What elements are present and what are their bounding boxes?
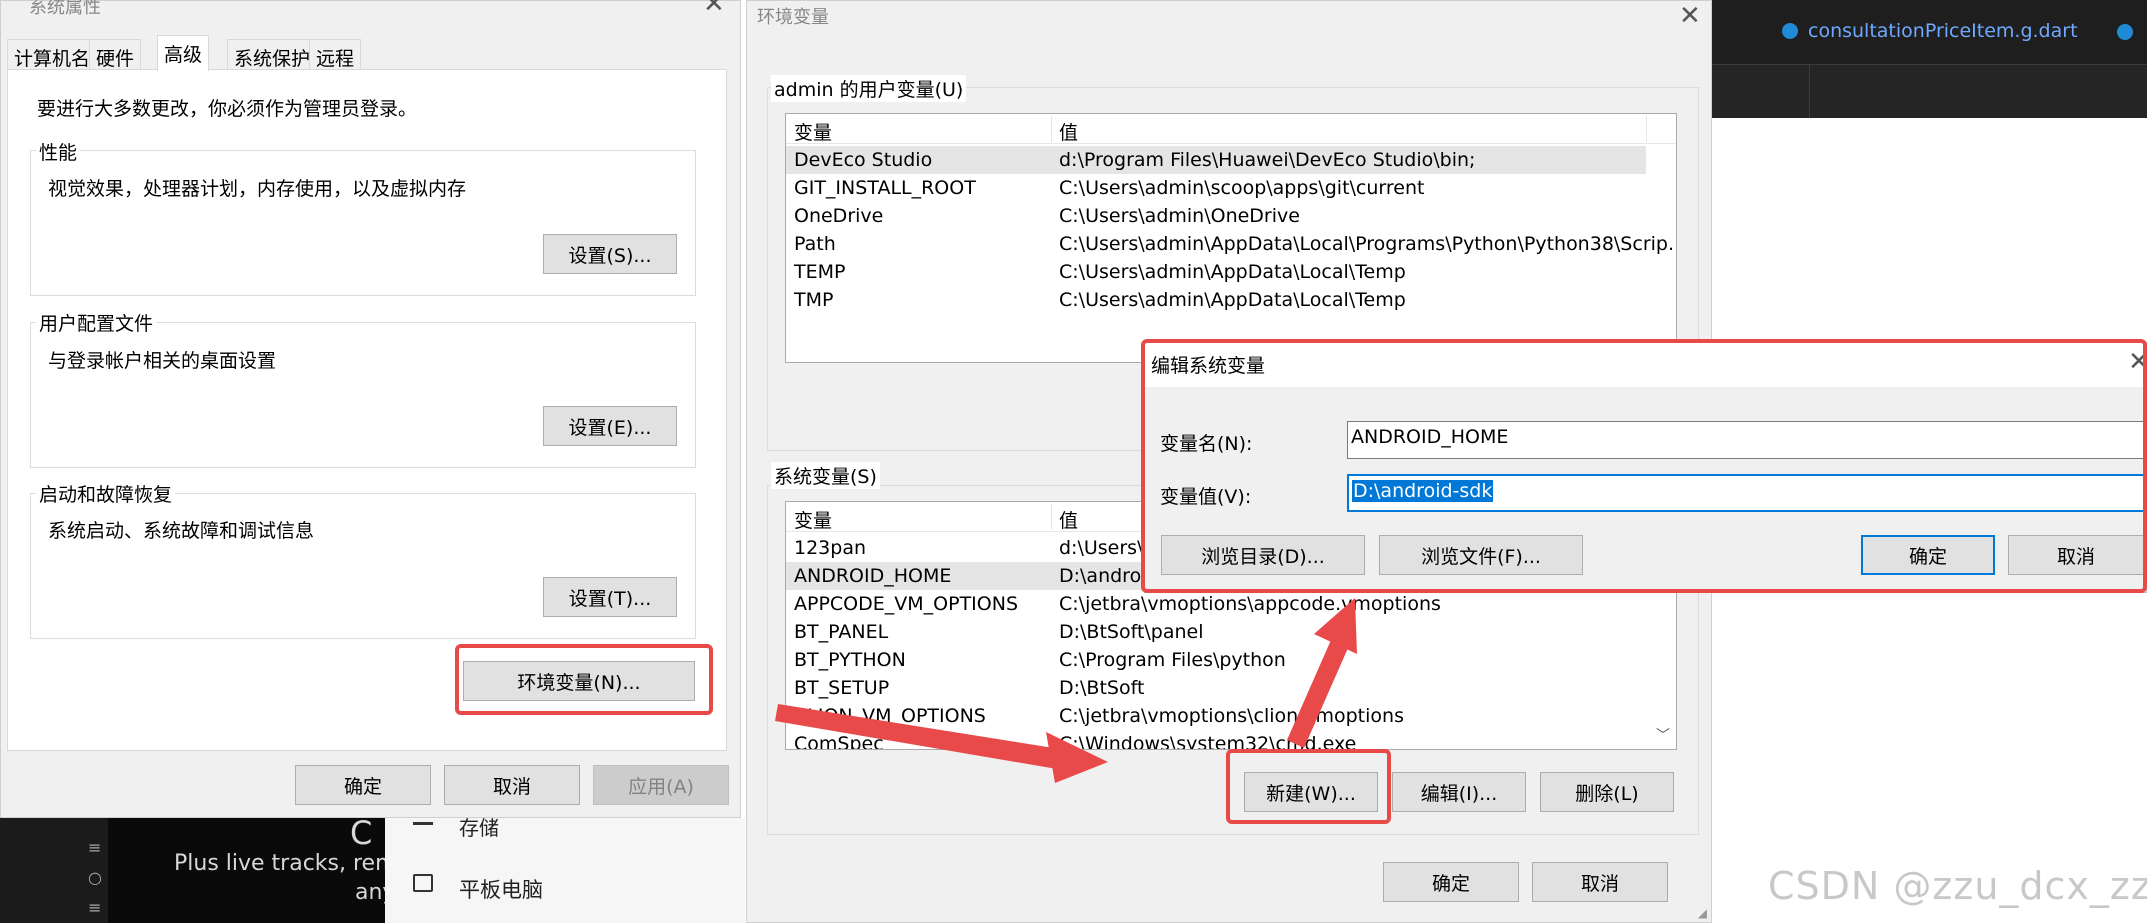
annotation-arrows [775,598,1357,783]
tab-advanced[interactable]: 高级 [157,35,210,71]
annotation-arrow-to-edit [1287,598,1357,748]
annotation-arrow-to-new [775,704,1108,783]
